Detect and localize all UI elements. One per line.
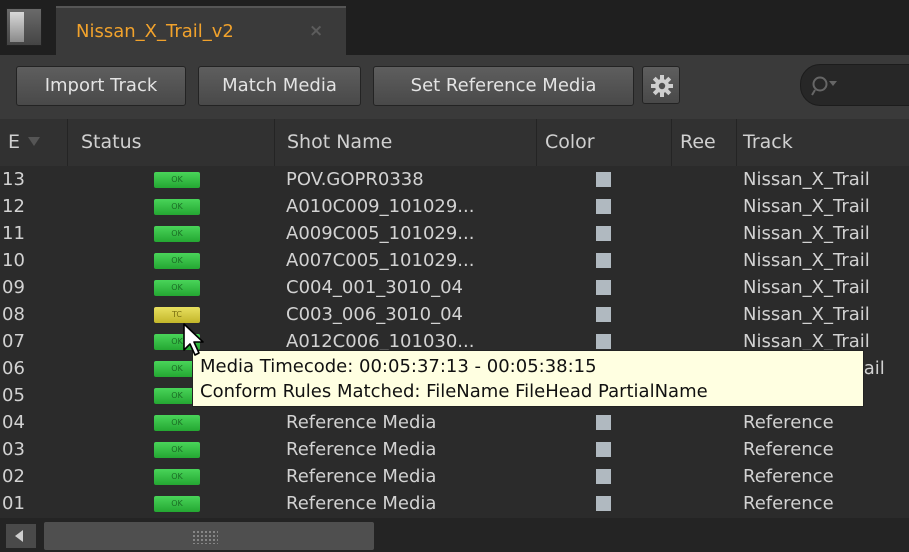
table-row[interactable]: 09 OK C004_001_3010_04 Nissan_X_Trail <box>0 274 909 301</box>
color-swatch[interactable] <box>596 280 611 295</box>
event-number: 09 <box>2 277 25 298</box>
status-badge: OK <box>154 253 200 269</box>
color-swatch[interactable] <box>596 172 611 187</box>
color-swatch[interactable] <box>596 199 611 214</box>
event-number: 08 <box>2 304 25 325</box>
shot-name: POV.GOPR0338 <box>286 169 424 190</box>
track-name: Reference <box>743 466 834 487</box>
status-badge: OK <box>154 496 200 512</box>
table-row[interactable]: 12 OK A010C009_101029... Nissan_X_Trail <box>0 193 909 220</box>
status-badge: TC <box>154 307 200 323</box>
tooltip-timecode: Media Timecode: 00:05:37:13 - 00:05:38:1… <box>200 356 597 377</box>
color-swatch[interactable] <box>596 496 611 511</box>
sort-arrow-icon <box>28 137 40 146</box>
tab-nissan-x-trail[interactable]: Nissan_X_Trail_v2 × <box>56 6 346 55</box>
track-name: Nissan_X_Trail <box>743 196 870 217</box>
track-name: Nissan_X_Trail <box>743 304 870 325</box>
track-name: Nissan_X_Trail <box>743 277 870 298</box>
search-icon <box>811 76 837 96</box>
status-badge: OK <box>154 442 200 458</box>
color-swatch[interactable] <box>596 253 611 268</box>
match-media-button[interactable]: Match Media <box>198 66 361 106</box>
import-track-button[interactable]: Import Track <box>16 66 186 106</box>
color-swatch[interactable] <box>596 334 611 349</box>
color-swatch[interactable] <box>596 442 611 457</box>
panel-menu-handle[interactable] <box>6 8 42 46</box>
shot-name: A007C005_101029... <box>286 250 475 271</box>
status-badge: OK <box>154 415 200 431</box>
event-number: 04 <box>2 412 25 433</box>
table-row[interactable]: 01 OK Reference Media Reference <box>0 490 909 517</box>
table-row[interactable]: 08 TC C003_006_3010_04 Nissan_X_Trail <box>0 301 909 328</box>
shot-name: A009C005_101029... <box>286 223 475 244</box>
event-number: 01 <box>2 493 25 514</box>
shot-name: Reference Media <box>286 466 437 487</box>
status-tooltip: Media Timecode: 00:05:37:13 - 00:05:38:1… <box>192 350 864 407</box>
table-row[interactable]: 10 OK A007C005_101029... Nissan_X_Trail <box>0 247 909 274</box>
event-number: 02 <box>2 466 25 487</box>
status-badge: OK <box>154 172 200 188</box>
status-badge: OK <box>154 226 200 242</box>
gear-icon <box>651 75 673 97</box>
settings-button[interactable] <box>642 66 680 104</box>
shot-name: Reference Media <box>286 412 437 433</box>
color-swatch[interactable] <box>596 226 611 241</box>
column-header-event[interactable]: E <box>0 119 68 166</box>
horizontal-scrollbar[interactable] <box>0 518 909 552</box>
shot-name: A010C009_101029... <box>286 196 475 217</box>
column-header-track[interactable]: Track <box>737 119 909 166</box>
track-name: Nissan_X_Trail <box>743 169 870 190</box>
shot-name: C004_001_3010_04 <box>286 277 463 298</box>
event-number: 03 <box>2 439 25 460</box>
tab-title: Nissan_X_Trail_v2 <box>76 21 234 42</box>
grip-icon <box>192 530 218 544</box>
toolbar: Import Track Match Media Set Reference M… <box>0 55 909 119</box>
search-field[interactable] <box>800 64 909 106</box>
table-row[interactable]: 13 OK POV.GOPR0338 Nissan_X_Trail <box>0 166 909 193</box>
track-name: Nissan_X_Trail <box>743 223 870 244</box>
color-swatch[interactable] <box>596 307 611 322</box>
status-badge: OK <box>154 199 200 215</box>
shot-name: Reference Media <box>286 439 437 460</box>
track-name: Reference <box>743 439 834 460</box>
status-badge: OK <box>154 280 200 296</box>
tab-bar: Nissan_X_Trail_v2 × <box>0 0 909 55</box>
event-number: 12 <box>2 196 25 217</box>
color-swatch[interactable] <box>596 469 611 484</box>
shot-name: Reference Media <box>286 493 437 514</box>
status-badge: OK <box>154 469 200 485</box>
event-number: 11 <box>2 223 25 244</box>
column-header-status[interactable]: Status <box>68 119 275 166</box>
close-icon[interactable]: × <box>309 21 323 41</box>
scrollbar-thumb[interactable] <box>44 522 374 550</box>
event-number: 06 <box>2 358 25 379</box>
table-row[interactable]: 04 OK Reference Media Reference <box>0 409 909 436</box>
mouse-cursor-icon <box>183 323 204 356</box>
color-swatch[interactable] <box>596 415 611 430</box>
track-name: Nissan_X_Trail <box>743 250 870 271</box>
track-name: Reference <box>743 493 834 514</box>
tooltip-conform-rules: Conform Rules Matched: FileName FileHead… <box>200 381 708 402</box>
event-number: 05 <box>2 385 25 406</box>
event-number: 13 <box>2 169 25 190</box>
scroll-left-arrow-icon[interactable] <box>6 524 36 548</box>
event-number: 10 <box>2 250 25 271</box>
track-name: Reference <box>743 412 834 433</box>
shot-table: 13 OK POV.GOPR0338 Nissan_X_Trail 12 OK … <box>0 166 909 518</box>
table-header: E Status Shot Name Color Ree Track <box>0 119 909 166</box>
column-header-reel[interactable]: Ree <box>672 119 737 166</box>
column-header-color[interactable]: Color <box>537 119 672 166</box>
set-reference-media-button[interactable]: Set Reference Media <box>373 66 634 106</box>
table-row[interactable]: 11 OK A009C005_101029... Nissan_X_Trail <box>0 220 909 247</box>
table-row[interactable]: 02 OK Reference Media Reference <box>0 463 909 490</box>
shot-name: C003_006_3010_04 <box>286 304 463 325</box>
event-number: 07 <box>2 331 25 352</box>
table-row[interactable]: 03 OK Reference Media Reference <box>0 436 909 463</box>
column-header-shot-name[interactable]: Shot Name <box>275 119 537 166</box>
